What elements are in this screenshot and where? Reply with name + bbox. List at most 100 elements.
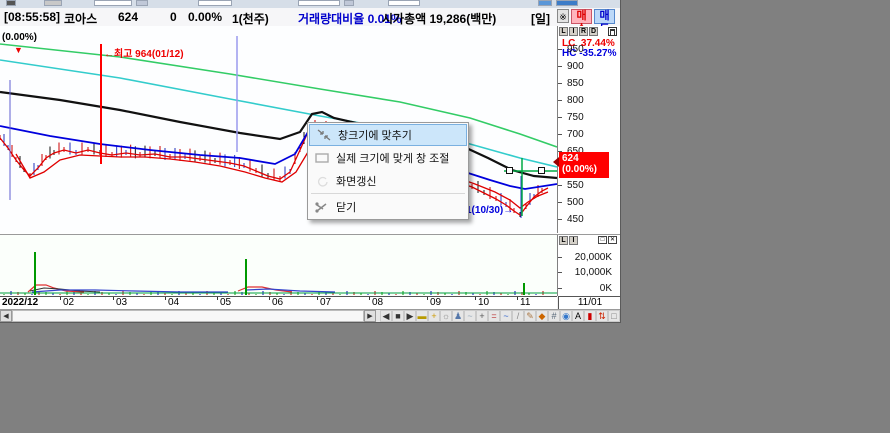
change-pct-annotation: (0.00%) xyxy=(2,33,37,43)
axis-last-label: 11/01 xyxy=(558,296,621,309)
stock-name: 코아스 xyxy=(64,10,97,27)
menu-item[interactable]: 창크기에 맞추기 xyxy=(309,124,467,146)
desktop-background: { "quote_bar": { "time": "[08:55:58]", "… xyxy=(0,0,890,433)
toolbar-fragment xyxy=(388,0,420,6)
select-region-icon[interactable]: □ xyxy=(608,310,620,322)
axis-tick-mark xyxy=(558,202,562,203)
time-tick-label: 10 xyxy=(478,298,489,308)
updown-arrows-icon[interactable]: ⇅ xyxy=(596,310,608,322)
scroll-right-icon[interactable]: ▶ xyxy=(404,310,416,322)
fit-window-icon xyxy=(310,128,338,142)
pane-minimize-icon[interactable]: □ xyxy=(598,236,607,244)
restore-window-icon[interactable] xyxy=(608,27,617,36)
time-tick-label: 08 xyxy=(372,298,383,308)
pencil-icon[interactable]: ✎ xyxy=(524,310,536,322)
current-price-badge: 624 (0.00%) xyxy=(559,152,609,178)
scale-tool-l[interactable]: L xyxy=(559,27,568,36)
bar-tool-icon[interactable]: ▮ xyxy=(584,310,596,322)
axis-tick-mark xyxy=(558,100,562,101)
user-tool-icon[interactable]: ♟ xyxy=(452,310,464,322)
axis-tick-mark xyxy=(269,297,270,300)
price-tick-label: 800 xyxy=(567,96,584,106)
axis-first-label: 2022/12 xyxy=(2,298,38,308)
scale-tool-r[interactable]: R xyxy=(579,27,588,36)
buy-button[interactable]: 매수 xyxy=(571,9,592,24)
zoom-icon[interactable]: ◉ xyxy=(560,310,572,322)
refresh-icon xyxy=(308,174,336,188)
eraser-icon[interactable]: ◆ xyxy=(536,310,548,322)
scale-tool-i[interactable]: I xyxy=(569,27,578,36)
toolbar-fragment xyxy=(198,0,232,6)
axis-tick-mark xyxy=(558,219,562,220)
price-line-handle[interactable] xyxy=(538,167,545,174)
price-tick-label: 750 xyxy=(567,113,584,123)
minus-tool-icon[interactable]: ▬ xyxy=(416,310,428,322)
badge-price: 624 xyxy=(562,153,606,164)
text-tool-icon[interactable]: A xyxy=(572,310,584,322)
toolbar-fragment xyxy=(344,0,354,6)
menu-item-label: 실제 크기에 맞게 창 조절 xyxy=(336,150,449,166)
wave-icon[interactable]: ~ xyxy=(500,310,512,322)
menu-separator xyxy=(311,193,465,194)
scrollbar-track[interactable] xyxy=(12,310,364,322)
volume-chart-canvas xyxy=(0,235,557,296)
axis-tick-mark xyxy=(558,185,562,186)
draw-line-icon[interactable]: / xyxy=(512,310,524,322)
price-change: 0 xyxy=(170,10,177,24)
menu-item[interactable]: 화면갱신 xyxy=(308,169,468,192)
toolbar-fragment xyxy=(298,0,340,6)
menu-item-label: 닫기 xyxy=(336,199,356,215)
pane-close-icon[interactable]: ✕ xyxy=(608,236,617,244)
price-tick-label: 950 xyxy=(567,45,584,55)
toolbar-fragment xyxy=(44,0,62,6)
scale-tool-i[interactable]: I xyxy=(569,236,578,245)
axis-tick-mark xyxy=(317,297,318,300)
bottom-toolbar: ◀ ▶ ◀■▶▬+☼♟~+=~/✎◆#◉A▮⇅□ xyxy=(0,309,620,323)
menu-item[interactable]: 닫기 xyxy=(308,195,468,218)
volume-axis-panel: LI □ ✕ 20,000K10,000K0K xyxy=(558,235,620,296)
scroll-left-icon[interactable]: ◀ xyxy=(380,310,392,322)
stock-price: 624 xyxy=(118,10,138,24)
price-axis-panel: LIRD LC 37.44% HC -35.27% 95090085080075… xyxy=(558,26,620,235)
sell-button[interactable]: 매도 xyxy=(594,9,615,24)
axis-tick-mark xyxy=(558,117,562,118)
scrollbar-right-arrow[interactable]: ▶ xyxy=(364,310,376,322)
market-cap: 시가총액 19,286(백만) xyxy=(382,10,496,27)
axis-tick-mark xyxy=(369,297,370,300)
stop-icon[interactable]: ■ xyxy=(392,310,404,322)
axis-tick-mark xyxy=(558,272,562,273)
time-tick-label: 04 xyxy=(168,298,179,308)
add-tool-icon[interactable]: + xyxy=(428,310,440,322)
quote-time: [08:55:58] xyxy=(4,10,60,24)
axis-tick-mark xyxy=(60,297,61,300)
price-line-handle[interactable] xyxy=(506,167,513,174)
volume-tick-label: 0K xyxy=(600,284,612,294)
axis-tick-mark xyxy=(165,297,166,300)
indicator-icon[interactable]: = xyxy=(488,310,500,322)
volume-tick-label: 20,000K xyxy=(575,253,612,263)
price-tick-label: 500 xyxy=(567,198,584,208)
trendline-dashed-icon[interactable]: ~ xyxy=(464,310,476,322)
badge-pct: (0.00%) xyxy=(562,164,606,175)
axis-tick-mark xyxy=(558,134,562,135)
toolbar-fragment xyxy=(6,0,16,6)
toolbar-fragment xyxy=(556,0,578,6)
scale-tool-buttons: LIRD xyxy=(559,27,598,36)
price-chart-plot[interactable]: (0.00%) ▼ ←최고 964(01/12) 1(10/30)→ xyxy=(0,26,558,235)
scale-tool-l[interactable]: L xyxy=(559,236,568,245)
toolbar-fragment xyxy=(538,0,552,6)
scrollbar-left-arrow[interactable]: ◀ xyxy=(0,310,12,322)
menu-item[interactable]: 실제 크기에 맞게 창 조절 xyxy=(308,146,468,169)
scale-tool-d[interactable]: D xyxy=(589,27,598,36)
crosshair-icon[interactable]: + xyxy=(476,310,488,322)
settings-gear-icon[interactable]: ☼ xyxy=(440,310,452,322)
volume-pane[interactable] xyxy=(0,235,558,296)
axis-tick-mark xyxy=(113,297,114,300)
time-axis: 2022/12 02030405060708091011 xyxy=(0,296,557,309)
high-annotation: ←최고 964(01/12) xyxy=(104,50,184,60)
time-tick-label: 09 xyxy=(430,298,441,308)
axis-tick-mark xyxy=(217,297,218,300)
grid-icon[interactable]: # xyxy=(548,310,560,322)
time-tick-label: 02 xyxy=(63,298,74,308)
chart-settings-button[interactable]: ※ xyxy=(557,9,569,23)
